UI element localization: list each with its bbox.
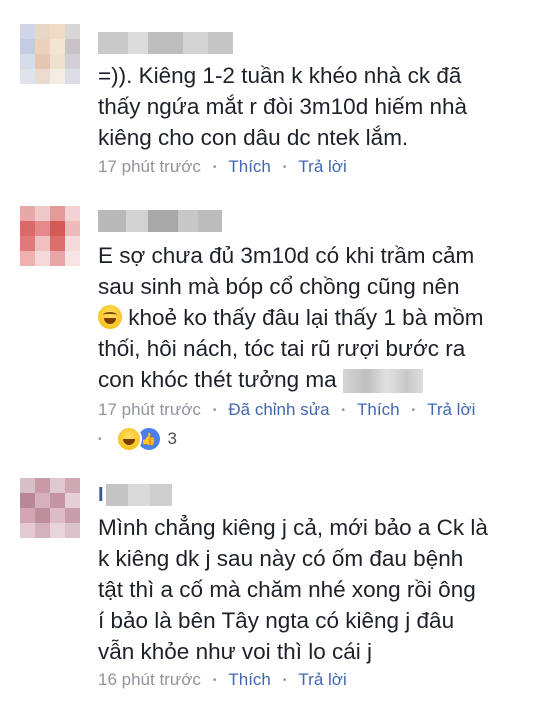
like-button[interactable]: Thích — [357, 400, 400, 420]
separator-dot: • — [212, 674, 217, 686]
separator-dot: • — [282, 161, 287, 173]
edited-label[interactable]: Đã chỉnh sửa — [228, 400, 329, 420]
separator-dot: • — [411, 404, 416, 416]
commenter-name-redacted[interactable] — [98, 210, 222, 232]
comment-text: =)). Kiêng 1-2 tuần k khéo nhà ck đã thấ… — [98, 63, 468, 150]
timestamp[interactable]: 17 phút trước — [98, 157, 201, 177]
separator-dot: • — [341, 404, 346, 416]
commenter-name-initial[interactable]: I — [98, 484, 104, 507]
commenter-name-redacted[interactable] — [106, 484, 172, 506]
reply-button[interactable]: Trả lời — [298, 670, 346, 690]
reply-button[interactable]: Trả lời — [427, 400, 475, 420]
comment-text-part-1: E sợ chưa đủ 3m10d có khi trầm cảm sau s… — [98, 243, 475, 299]
separator-dot: • — [282, 674, 287, 686]
haha-reaction-icon — [115, 426, 142, 452]
reply-button[interactable]: Trả lời — [298, 157, 346, 177]
avatar[interactable] — [20, 24, 80, 84]
comment-text-part-2: khoẻ ko thấy đâu lại thấy 1 bà mồm thối,… — [98, 305, 484, 392]
commenter-name-redacted[interactable] — [98, 32, 233, 54]
timestamp[interactable]: 16 phút trước — [98, 670, 201, 690]
comment-text: E sợ chưa đủ 3m10d có khi trầm cảm sau s… — [98, 240, 530, 395]
separator-dot: • — [98, 433, 102, 445]
comment-meta: 17 phút trước • Thích • Trả lời — [98, 155, 347, 179]
laughing-tears-emoji-icon — [98, 305, 122, 329]
reaction-summary[interactable]: • 👍 3 — [98, 426, 177, 452]
timestamp[interactable]: 17 phút trước — [98, 400, 201, 420]
comment-meta: 16 phút trước • Thích • Trả lời — [98, 668, 347, 692]
comment-text: Mình chẳng kiêng j cả, mới bảo a Ck là k… — [98, 515, 488, 664]
separator-dot: • — [212, 161, 217, 173]
like-button[interactable]: Thích — [228, 670, 271, 690]
avatar[interactable] — [20, 206, 80, 266]
like-button[interactable]: Thích — [228, 157, 271, 177]
reaction-count: 3 — [167, 429, 177, 448]
separator-dot: • — [212, 404, 217, 416]
comment-meta: 17 phút trước • Đã chỉnh sửa • Thích • T… — [98, 398, 475, 422]
redacted-blur — [342, 369, 423, 394]
avatar[interactable] — [20, 478, 80, 538]
